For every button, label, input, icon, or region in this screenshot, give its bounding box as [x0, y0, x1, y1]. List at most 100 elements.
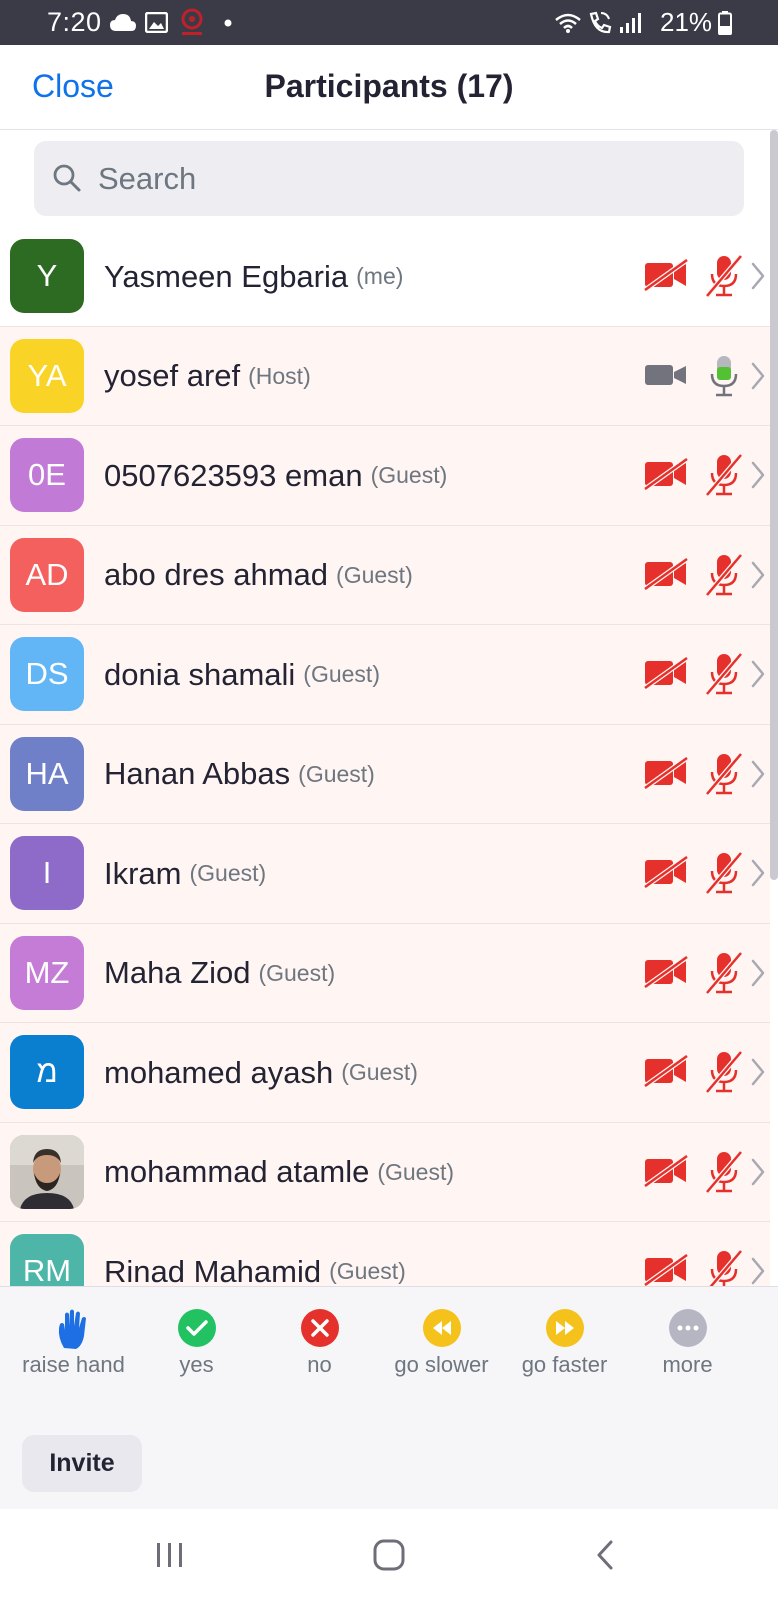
participant-row[interactable]: MZ Maha Ziod (Guest) — [0, 923, 770, 1023]
image-icon — [145, 0, 168, 45]
video-on-icon[interactable] — [643, 359, 689, 396]
reaction-no-button[interactable]: no — [257, 1287, 382, 1407]
chevron-right-icon[interactable] — [750, 1057, 766, 1092]
reaction-label: more — [662, 1352, 713, 1377]
participant-row[interactable]: mohammad atamle (Guest) — [0, 1122, 770, 1222]
mic-muted-icon[interactable] — [704, 552, 744, 603]
reactions-panel: raise hand yes no go slower go faster more In… — [0, 1286, 778, 1509]
chevron-right-icon[interactable] — [750, 560, 766, 595]
chevron-right-icon[interactable] — [750, 1256, 766, 1286]
video-off-icon[interactable] — [643, 1252, 689, 1286]
participant-name-wrap: Ikram (Guest) — [104, 824, 266, 923]
search-input[interactable] — [98, 141, 718, 216]
cloud-icon — [110, 0, 136, 45]
participant-name: mohammad atamle — [104, 1154, 370, 1189]
video-off-icon[interactable] — [643, 655, 689, 694]
chevron-right-icon[interactable] — [750, 361, 766, 396]
participant-row[interactable]: Y Yasmeen Egbaria (me) — [0, 227, 770, 327]
status-time: 7:20 — [47, 7, 102, 37]
reaction-go-slower-button[interactable]: go slower — [379, 1287, 504, 1407]
chevron-right-icon[interactable] — [750, 759, 766, 794]
participant-name: Rinad Mahamid — [104, 1253, 322, 1287]
participant-name: Hanan Abbas — [104, 756, 291, 791]
participant-role: (Host) — [248, 362, 311, 389]
mic-muted-icon[interactable] — [704, 850, 744, 901]
video-off-icon[interactable] — [643, 257, 689, 296]
recent-apps-icon[interactable] — [140, 1509, 200, 1600]
mic-muted-icon[interactable] — [704, 1248, 744, 1286]
back-icon[interactable] — [575, 1509, 635, 1600]
participant-row[interactable]: YA yosef aref (Host) — [0, 326, 770, 426]
home-icon[interactable] — [360, 1509, 420, 1600]
participant-row[interactable]: HA Hanan Abbas (Guest) — [0, 724, 770, 824]
avatar-initials: AD — [25, 556, 69, 592]
participant-name-wrap: Yasmeen Egbaria (me) — [104, 227, 403, 326]
mic-muted-icon[interactable] — [704, 253, 744, 304]
participant-name-wrap: mohammad atamle (Guest) — [104, 1123, 454, 1222]
page-title: Participants (17) — [264, 68, 514, 104]
mic-muted-icon[interactable] — [704, 1049, 744, 1100]
video-off-icon[interactable] — [643, 1053, 689, 1092]
video-off-icon[interactable] — [643, 1153, 689, 1192]
participant-name-wrap: yosef aref (Host) — [104, 327, 311, 426]
participant-list[interactable]: Y Yasmeen Egbaria (me) YA yosef aref (Host) 0E… — [0, 227, 770, 1286]
chevron-right-icon[interactable] — [750, 659, 766, 694]
participant-row[interactable]: AD abo dres ahmad (Guest) — [0, 525, 770, 625]
mic-muted-icon[interactable] — [704, 751, 744, 802]
reaction-label: no — [307, 1352, 332, 1377]
mic-muted-icon[interactable] — [704, 452, 744, 503]
scrollbar[interactable] — [770, 130, 778, 880]
reaction-label: raise hand — [22, 1352, 125, 1377]
reaction-go-faster-button[interactable]: go faster — [502, 1287, 627, 1407]
participant-name: donia shamali — [104, 656, 296, 692]
participant-name-wrap: donia shamali (Guest) — [104, 625, 380, 724]
participant-name: abo dres ahmad — [104, 557, 329, 592]
search-box[interactable] — [34, 141, 744, 216]
video-off-icon[interactable] — [643, 854, 689, 893]
video-off-icon[interactable] — [643, 954, 689, 993]
video-off-icon[interactable] — [643, 556, 689, 595]
avatar: HA — [10, 736, 84, 811]
reaction-more-button[interactable]: more — [625, 1287, 750, 1407]
wifi-icon — [554, 0, 582, 45]
participant-row[interactable]: 0E 0507623593 eman (Guest) — [0, 426, 770, 526]
check-icon — [134, 1308, 259, 1350]
mic-muted-icon[interactable] — [704, 651, 744, 702]
participant-row[interactable]: מ mohamed ayash (Guest) — [0, 1023, 770, 1123]
participant-name-wrap: Hanan Abbas (Guest) — [104, 725, 375, 824]
invite-button[interactable]: Invite — [22, 1435, 142, 1492]
participant-role: (Guest) — [336, 561, 413, 588]
participant-row[interactable]: RM Rinad Mahamid (Guest) — [0, 1222, 770, 1286]
avatar: מ — [10, 1035, 84, 1109]
mic-muted-icon[interactable] — [704, 950, 744, 1001]
chevron-right-icon[interactable] — [750, 858, 766, 893]
video-off-icon[interactable] — [643, 755, 689, 794]
mic-active-icon[interactable] — [704, 353, 744, 404]
participant-name: Ikram — [104, 855, 182, 891]
reaction-label: go faster — [521, 1352, 608, 1377]
mic-muted-icon[interactable] — [704, 1149, 744, 1200]
reaction-raise-hand-button[interactable]: raise hand — [11, 1287, 136, 1407]
chevron-right-icon[interactable] — [750, 1157, 766, 1192]
chevron-right-icon[interactable] — [750, 958, 766, 993]
video-off-icon[interactable] — [643, 456, 689, 495]
participant-row[interactable]: I Ikram (Guest) — [0, 824, 770, 924]
participant-role: (Guest) — [189, 860, 267, 886]
avatar: MZ — [10, 935, 84, 1010]
avatar: 0E — [10, 438, 84, 512]
fast-forward-icon — [502, 1308, 627, 1350]
dot-icon — [224, 0, 232, 45]
participant-name: mohamed ayash — [104, 1054, 334, 1090]
reaction-label: yes — [179, 1352, 214, 1377]
raise-hand-icon — [11, 1308, 136, 1350]
avatar: RM — [10, 1234, 84, 1286]
chevron-right-icon[interactable] — [750, 261, 766, 296]
avatar: AD — [10, 537, 84, 612]
avatar: Y — [10, 239, 84, 313]
reaction-yes-button[interactable]: yes — [134, 1287, 259, 1407]
participants-header: Close Participants (17) — [0, 45, 778, 130]
participant-row[interactable]: DS donia shamali (Guest) — [0, 625, 770, 725]
avatar-initials: מ — [36, 1054, 58, 1089]
participant-role: (me) — [356, 263, 404, 289]
chevron-right-icon[interactable] — [750, 460, 766, 495]
